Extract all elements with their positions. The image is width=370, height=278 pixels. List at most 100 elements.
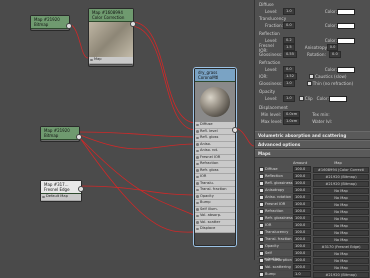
reflection-color-swatch[interactable]: [336, 37, 355, 44]
corona-material-node[interactable]: dry_grass CoronaMtl Diffuse Refl. level Re…: [194, 68, 238, 246]
map-enable-checkbox[interactable]: [259, 194, 264, 200]
material-slots: Diffuse Refl. level Refl. gloss Aniso. Aniso…: [195, 122, 235, 233]
opacity-color-swatch[interactable]: [328, 95, 347, 102]
node-header[interactable]: Map #21920 Bitmap: [41, 127, 79, 140]
node-slot-default-map[interactable]: Default Map: [41, 194, 81, 201]
map-slot-button[interactable]: No Map: [313, 264, 369, 271]
map-amount-spinner[interactable]: 100.0: [293, 166, 311, 172]
map-enable-checkbox[interactable]: [259, 166, 264, 172]
map-enable-checkbox[interactable]: [259, 229, 264, 235]
refraction-gloss-spinner[interactable]: 1.0: [283, 80, 295, 87]
max-level-spinner[interactable]: 1.0cm: [283, 118, 301, 125]
output-socket[interactable]: [130, 21, 136, 27]
map-slot-button[interactable]: #3170 (Fresnel Edge): [313, 243, 369, 250]
node-header[interactable]: Map #1608994 Color Correction: [89, 9, 133, 22]
rotation-spinner[interactable]: 0.0: [329, 51, 341, 58]
map-amount-spinner[interactable]: 100.0: [293, 215, 311, 221]
map-enable-checkbox[interactable]: [259, 180, 264, 186]
map-amount-spinner[interactable]: 100.0: [293, 243, 311, 249]
map-amount-spinner[interactable]: 100.0: [293, 236, 311, 242]
color-correction-node[interactable]: Map #1608994 Color Correction Map: [88, 8, 136, 67]
diffuse-color-swatch[interactable]: [336, 8, 355, 15]
map-slot-button[interactable]: No Map: [313, 208, 369, 215]
fresnel-edge-node[interactable]: Map #317... Fresnel Edge Default Map: [40, 180, 84, 202]
material-slot[interactable]: Displace: [195, 226, 235, 233]
map-enable-checkbox[interactable]: [259, 222, 264, 228]
map-enable-checkbox[interactable]: [259, 243, 264, 249]
map-name-cell: Opacity: [257, 243, 293, 249]
map-amount-spinner[interactable]: 100.0: [293, 187, 311, 193]
node-subtitle: Bitmap: [34, 22, 49, 27]
output-socket[interactable]: [66, 23, 72, 29]
map-enable-checkbox[interactable]: [259, 257, 264, 263]
refraction-ior-row: IOR: 1.52 Caustics (slow): [259, 73, 369, 80]
map-enable-checkbox[interactable]: [259, 264, 264, 270]
map-enable-checkbox[interactable]: [259, 236, 264, 242]
section-volumetric[interactable]: Volumetric absorption and scattering: [255, 131, 370, 140]
refraction-color-swatch[interactable]: [336, 66, 355, 73]
bitmap-node-1[interactable]: Map #21920 Bitmap: [30, 15, 72, 31]
fresnel-ior-spinner[interactable]: 1.5: [283, 44, 295, 51]
map-amount-spinner[interactable]: 100.0: [293, 194, 311, 200]
map-amount-spinner[interactable]: 100.0: [293, 180, 311, 186]
map-enable-checkbox[interactable]: [259, 271, 264, 277]
map-amount-spinner[interactable]: 100.0: [293, 208, 311, 214]
map-enable-checkbox[interactable]: [259, 215, 264, 221]
map-amount-spinner[interactable]: 100.0: [293, 201, 311, 207]
translucency-color-swatch[interactable]: [336, 22, 355, 29]
map-slot-button[interactable]: #21920 (Bitmap): [313, 271, 369, 278]
map-slot-button[interactable]: #1608994 (Color Correcti: [313, 166, 369, 173]
map-enable-checkbox[interactable]: [259, 173, 264, 179]
map-amount-spinner[interactable]: 100.0: [293, 222, 311, 228]
map-slot-button[interactable]: No Map: [313, 250, 369, 257]
reflection-gloss-spinner[interactable]: 0.55: [283, 51, 298, 58]
node-header[interactable]: dry_grass CoronaMtl: [195, 69, 235, 82]
texture-preview: [89, 22, 133, 57]
map-slot-button[interactable]: No Map: [313, 229, 369, 236]
map-amount-spinner[interactable]: 1.0: [293, 271, 311, 277]
map-enable-checkbox[interactable]: [259, 187, 264, 193]
map-slot-button[interactable]: #21920 (Bitmap): [313, 180, 369, 187]
map-name-cell: Refraction: [257, 208, 293, 214]
map-name-cell: Bump: [257, 271, 293, 277]
node-header[interactable]: Map #21920 Bitmap: [31, 16, 69, 29]
map-amount-spinner[interactable]: 100.0: [293, 229, 311, 235]
thin-checkbox[interactable]: [306, 81, 312, 86]
clip-checkbox[interactable]: [298, 96, 304, 101]
translucency-color-label: Color:: [324, 23, 337, 28]
map-enable-checkbox[interactable]: [259, 208, 264, 214]
map-enable-checkbox[interactable]: [259, 201, 264, 207]
refraction-ior-spinner[interactable]: 1.52: [283, 73, 298, 80]
node-editor-canvas[interactable]: Map #21920 Bitmap Map #1608994 Color Cor…: [0, 0, 254, 260]
translucency-fraction-spinner[interactable]: 0.0: [283, 22, 295, 29]
map-slot-button[interactable]: #21920 (Bitmap): [313, 173, 369, 180]
section-advanced-options[interactable]: Advanced options: [255, 140, 370, 149]
map-slot-button[interactable]: No Map: [313, 222, 369, 229]
caustics-checkbox[interactable]: [309, 74, 315, 79]
refraction-level-spinner[interactable]: 0.0: [283, 66, 295, 73]
map-slot-button[interactable]: No Map: [313, 257, 369, 264]
output-socket[interactable]: [78, 186, 84, 192]
map-slot-button[interactable]: No Map: [313, 215, 369, 222]
section-maps[interactable]: Maps: [255, 149, 370, 158]
opacity-level-spinner[interactable]: 1.0: [283, 95, 295, 102]
node-header[interactable]: Map #317... Fresnel Edge: [41, 181, 81, 194]
map-slot-button[interactable]: No Map: [313, 194, 369, 201]
node-slot-map[interactable]: Map: [89, 57, 133, 64]
map-enable-checkbox[interactable]: [259, 250, 264, 256]
output-socket[interactable]: [232, 127, 238, 133]
map-slot-button[interactable]: No Map: [313, 187, 369, 194]
diffuse-level-spinner[interactable]: 1.0: [283, 8, 295, 15]
anisotropy-spinner[interactable]: 0.0: [326, 44, 339, 51]
min-level-spinner[interactable]: 0.0cm: [283, 111, 301, 118]
map-slot-button[interactable]: No Map: [313, 236, 369, 243]
map-amount-spinner[interactable]: 100.0: [293, 250, 311, 256]
map-amount-spinner[interactable]: 100.0: [293, 257, 311, 263]
bitmap-node-2[interactable]: Map #21920 Bitmap: [40, 126, 82, 142]
map-row: Refl. glossiness 100.0 #21920 (Bitmap): [257, 180, 369, 187]
map-amount-spinner[interactable]: 100.0: [293, 173, 311, 179]
output-socket[interactable]: [76, 134, 82, 140]
map-slot-button[interactable]: No Map: [313, 201, 369, 208]
map-amount-spinner[interactable]: 100.0: [293, 264, 311, 270]
reflection-level-spinner[interactable]: 0.2: [283, 37, 295, 44]
